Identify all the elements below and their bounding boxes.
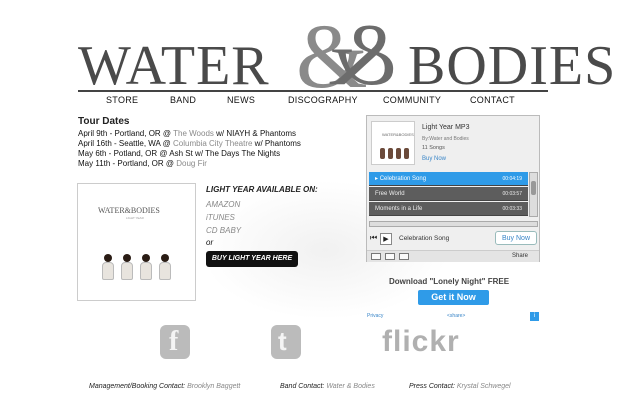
nav-store[interactable]: STORE xyxy=(106,95,138,105)
nav-contact[interactable]: CONTACT xyxy=(470,95,515,105)
flickr-glyph: flickr xyxy=(382,325,460,358)
track-name: Celebration Song xyxy=(379,176,427,182)
track-row[interactable]: Free World 00:03:57 xyxy=(369,187,528,201)
info-badge-icon[interactable]: i xyxy=(530,312,539,321)
track-list: ▸ Celebration Song 00:04:19 Free World 00:… xyxy=(369,172,528,217)
tour-date-text: April 16th - Seattle, WA @ xyxy=(78,139,173,148)
contact-link[interactable]: Krystal Schwegel xyxy=(457,383,511,390)
buy-light-year-button[interactable]: BUY LIGHT YEAR HERE xyxy=(206,251,298,267)
track-duration: 00:04:19 xyxy=(502,176,522,182)
footer-management-contact: Management/Booking Contact: Brooklyn Bag… xyxy=(89,383,240,390)
album-cover-logo: WATER&BODIES xyxy=(98,206,160,215)
progress-bar[interactable] xyxy=(369,221,538,227)
store-link-itunes[interactable]: iTUNES xyxy=(206,213,235,222)
tour-date-support: w/ Phantoms xyxy=(252,139,301,148)
availability-title: LIGHT YEAR AVAILABLE ON: xyxy=(206,185,318,194)
player-song-count: 11 Songs xyxy=(422,145,445,151)
contact-link[interactable]: Water & Bodies xyxy=(326,383,375,390)
or-label: or xyxy=(206,238,214,247)
store-link-amazon[interactable]: AMAZON xyxy=(206,200,240,209)
player-title: Light Year MP3 xyxy=(422,124,470,131)
player-buy-now-button[interactable]: Buy Now xyxy=(495,231,537,245)
tour-date-support: w/ NIAYH & Phantoms xyxy=(213,129,296,138)
facebook-icon[interactable]: f xyxy=(160,325,190,359)
track-row[interactable]: ▸ Celebration Song 00:04:19 xyxy=(369,172,528,186)
tour-date-text: May 6th - Potland, OR @ Ash St w/ The Da… xyxy=(78,149,281,158)
info-icon[interactable] xyxy=(399,253,409,260)
venue-link[interactable]: Doug Fir xyxy=(176,159,207,168)
tour-date-line: May 6th - Potland, OR @ Ash St w/ The Da… xyxy=(78,149,280,158)
nav-news[interactable]: NEWS xyxy=(227,95,255,105)
privacy-link[interactable]: Privacy xyxy=(367,313,383,319)
footer-press-contact: Press Contact: Krystal Schwegel xyxy=(409,383,511,390)
album-cover[interactable]: WATER&BODIES LIGHT YEAR xyxy=(77,183,196,301)
store-link-cdbaby[interactable]: CD BABY xyxy=(206,226,241,235)
download-free-text: Download "Lonely Night" FREE xyxy=(389,277,510,286)
player-footer: Share xyxy=(367,250,539,262)
scrollbar-thumb[interactable] xyxy=(531,181,536,195)
tour-dates-title: Tour Dates xyxy=(78,116,130,127)
embed-icon[interactable] xyxy=(371,253,381,260)
get-it-now-button[interactable]: Get it Now xyxy=(418,290,489,305)
tour-date-line: May 11th - Portland, OR @ Doug Fir xyxy=(78,159,207,168)
track-duration: 00:03:33 xyxy=(502,206,522,212)
nav-band[interactable]: BAND xyxy=(170,95,196,105)
twitter-icon[interactable]: t xyxy=(271,325,301,359)
tour-date-text: May 11th - Portland, OR @ xyxy=(78,159,177,168)
player-controls: ⏮ ▶ Celebration Song Buy Now xyxy=(369,231,538,247)
logo-left-text: WATER xyxy=(78,35,270,97)
nav-divider xyxy=(78,90,548,92)
album-cover-subtitle: LIGHT YEAR xyxy=(126,216,144,220)
venue-link[interactable]: The Woods xyxy=(173,129,214,138)
previous-icon[interactable]: ⏮ xyxy=(370,233,377,243)
contact-label: Press Contact: xyxy=(409,383,457,390)
contact-label: Band Contact: xyxy=(280,383,327,390)
player-share-link[interactable]: Share xyxy=(512,253,528,259)
footer-band-contact: Band Contact: Water & Bodies xyxy=(280,383,375,390)
twitter-glyph: t xyxy=(278,326,287,356)
contact-label: Management/Booking Contact: xyxy=(89,383,188,390)
tour-date-line: April 9th - Portland, OR @ The Woods w/ … xyxy=(78,129,296,138)
main-nav: STORE BAND NEWS DISCOGRAPHY COMMUNITY CO… xyxy=(78,95,548,109)
playlist-icon[interactable] xyxy=(385,253,395,260)
logo-ampersand-mirror: & xyxy=(328,7,397,104)
music-player-widget: WATER&BODIES Light Year MP3 By:Water and… xyxy=(366,115,540,262)
album-figures xyxy=(100,254,176,284)
facebook-glyph: f xyxy=(169,326,179,357)
site-logo[interactable]: & & WATER BODIES xyxy=(78,7,615,104)
player-cover-logo: WATER&BODIES xyxy=(382,132,414,137)
track-list-scrollbar[interactable] xyxy=(529,172,538,217)
venue-link[interactable]: Columbia City Theatre xyxy=(173,139,252,148)
player-album-art: WATER&BODIES xyxy=(371,121,415,165)
nav-discography[interactable]: DISCOGRAPHY xyxy=(288,95,358,105)
player-artist: By:Water and Bodies xyxy=(422,136,469,142)
now-playing: Celebration Song xyxy=(399,235,450,242)
share-link[interactable]: <share> xyxy=(447,313,465,319)
logo-right-text: BODIES xyxy=(408,35,617,97)
track-duration: 00:03:57 xyxy=(502,191,522,197)
tour-date-text: April 9th - Portland, OR @ xyxy=(78,129,174,138)
track-row[interactable]: Moments in a Life 00:03:33 xyxy=(369,202,528,216)
track-name: Moments in a Life xyxy=(375,206,423,212)
nav-community[interactable]: COMMUNITY xyxy=(383,95,441,105)
flickr-icon[interactable]: flickr xyxy=(382,325,472,359)
tour-date-line: April 16th - Seattle, WA @ Columbia City… xyxy=(78,139,301,148)
contact-link[interactable]: Brooklyn Baggett xyxy=(187,383,240,390)
player-buy-now-link[interactable]: Buy Now xyxy=(422,156,446,162)
track-name: Free World xyxy=(375,191,405,197)
play-icon[interactable]: ▶ xyxy=(380,233,392,245)
